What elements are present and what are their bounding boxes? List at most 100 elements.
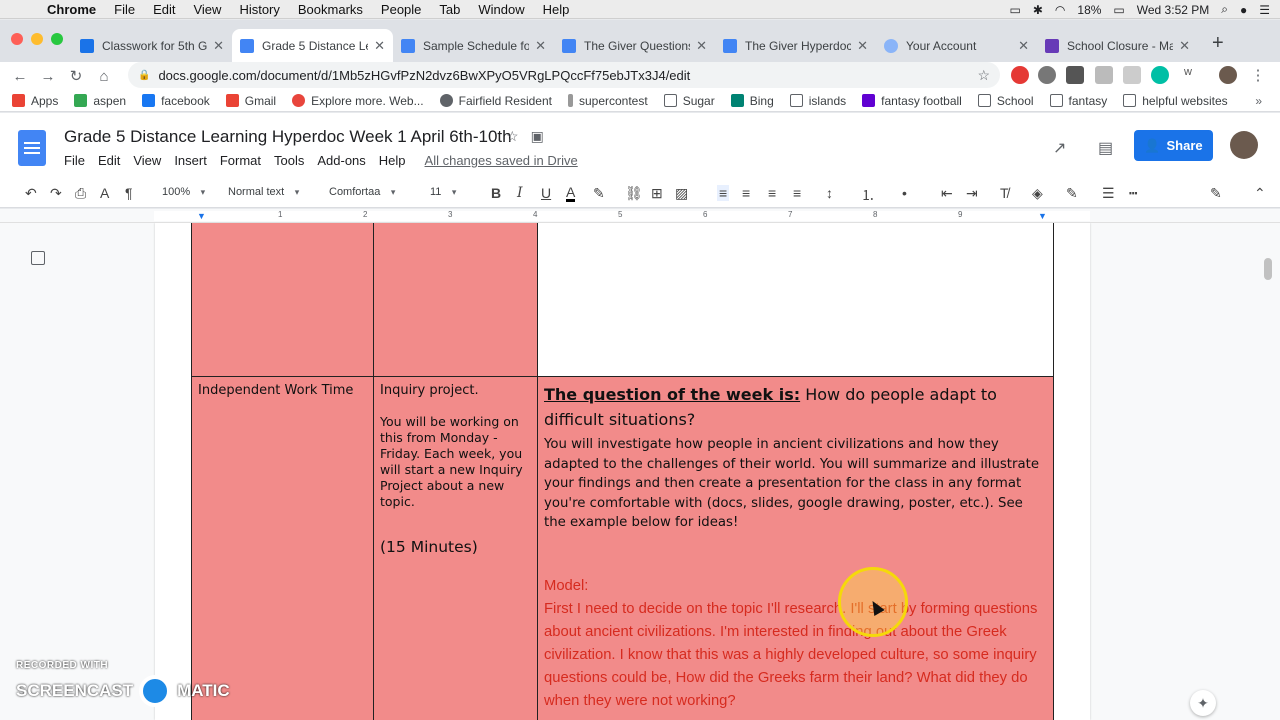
decrease-indent-icon[interactable]: ⇤ [941, 185, 953, 202]
justify-icon[interactable]: ≡ [793, 185, 801, 201]
wifi-icon[interactable]: ◠ [1055, 3, 1065, 17]
menu-edit[interactable]: Edit [98, 153, 120, 168]
menubar-app-name[interactable]: Chrome [38, 2, 105, 17]
bookmark-facebook[interactable]: facebook [134, 94, 218, 108]
lock-icon[interactable]: 🔒 [138, 70, 150, 81]
redo-icon[interactable]: ↷ [50, 185, 62, 202]
beta-extension-icon[interactable] [1066, 66, 1084, 84]
save-status[interactable]: All changes saved in Drive [425, 153, 578, 168]
new-tab-icon[interactable]: + [1212, 32, 1224, 55]
table-cell[interactable] [191, 223, 374, 377]
bookmark-fairfield[interactable]: Fairfield Resident [432, 94, 560, 108]
notification-center-icon[interactable]: ☰ [1259, 3, 1270, 17]
activity-trend-icon[interactable]: ↗ [1053, 138, 1066, 158]
spotlight-search-icon[interactable]: ⌕ [1221, 2, 1228, 17]
scrollbar-thumb[interactable] [1264, 258, 1272, 280]
menu-tools[interactable]: Tools [274, 153, 304, 168]
bookmark-bing[interactable]: Bing [723, 94, 782, 108]
menubar-bookmarks[interactable]: Bookmarks [289, 2, 372, 17]
menubar-view[interactable]: View [184, 2, 230, 17]
line-spacing-icon[interactable]: ↕ [826, 185, 833, 201]
comments-icon[interactable]: ▤ [1098, 138, 1113, 158]
font-size-select[interactable]: 11 [430, 186, 456, 198]
menubar-people[interactable]: People [372, 2, 430, 17]
extension-icon[interactable] [1151, 66, 1169, 84]
align-left-icon[interactable]: ≡ [717, 185, 730, 201]
forward-arrow-icon[interactable]: → [34, 68, 62, 85]
menu-add-ons[interactable]: Add-ons [317, 153, 365, 168]
document-title[interactable]: Grade 5 Distance Learning Hyperdoc Week … [64, 127, 512, 147]
bulleted-list-icon[interactable]: • [902, 185, 907, 201]
pinterest-extension-icon[interactable] [1038, 66, 1056, 84]
close-window-button[interactable] [11, 33, 23, 45]
bookmark-star-icon[interactable]: ☆ [977, 67, 990, 84]
menu-help[interactable]: Help [379, 153, 406, 168]
extension-icon[interactable] [1011, 66, 1029, 84]
table-cell[interactable]: Inquiry project. You will be working on … [373, 376, 538, 720]
zoom-window-button[interactable] [51, 33, 63, 45]
indent-marker-icon[interactable]: ▼ [197, 211, 206, 221]
bookmark-apps[interactable]: Apps [0, 94, 66, 108]
document-page[interactable]: Independent Work Time Inquiry project. Y… [155, 223, 1090, 720]
bookmark-school[interactable]: School [970, 94, 1042, 108]
menu-view[interactable]: View [133, 153, 161, 168]
menubar-tab[interactable]: Tab [430, 2, 469, 17]
align-center-icon[interactable]: ≡ [742, 185, 750, 201]
border-dash-icon[interactable]: ┅ [1129, 185, 1137, 202]
browser-tab[interactable]: The Giver Hyperdoc - ✕ [715, 29, 876, 62]
zoom-select[interactable]: 100% [162, 186, 205, 198]
chrome-menu-icon[interactable]: ⋮ [1244, 66, 1272, 84]
bookmark-explore[interactable]: Explore more. Web... [284, 94, 432, 108]
bookmark-fantasy-football[interactable]: fantasy football [854, 94, 970, 108]
menubar-help[interactable]: Help [534, 2, 579, 17]
fill-color-icon[interactable]: ◈ [1032, 185, 1043, 202]
account-avatar[interactable] [1230, 131, 1258, 159]
text-color-icon[interactable]: A [566, 185, 576, 202]
profile-avatar-icon[interactable] [1219, 66, 1237, 84]
collapse-toolbar-icon[interactable]: ⌃ [1254, 185, 1266, 202]
italic-icon[interactable]: I [517, 185, 523, 201]
close-tab-icon[interactable]: ✕ [696, 38, 707, 54]
clock[interactable]: Wed 3:52 PM [1137, 3, 1209, 17]
paint-format-icon[interactable]: ¶ [125, 185, 133, 201]
numbered-list-icon[interactable]: ⒈ [861, 185, 875, 205]
border-color-icon[interactable]: ✎ [1066, 185, 1078, 202]
close-tab-icon[interactable]: ✕ [857, 38, 868, 54]
table-cell[interactable]: The question of the week is: How do peop… [537, 376, 1054, 720]
docs-logo-icon[interactable] [18, 130, 46, 166]
user-icon[interactable]: ● [1240, 3, 1247, 17]
document-outline-icon[interactable] [31, 251, 45, 265]
browser-tab[interactable]: Sample Schedule for ✕ [393, 29, 554, 62]
menu-file[interactable]: File [64, 153, 85, 168]
bluetooth-icon[interactable]: ✱ [1033, 3, 1043, 17]
highlight-icon[interactable]: ✎ [593, 185, 605, 202]
menubar-window[interactable]: Window [469, 2, 533, 17]
style-select[interactable]: Normal text [228, 186, 299, 198]
font-select[interactable]: Comfortaa [329, 186, 395, 198]
spellcheck-icon[interactable]: A [100, 185, 109, 201]
reload-icon[interactable]: ↻ [62, 67, 90, 85]
extension-icon[interactable] [1095, 66, 1113, 84]
move-folder-icon[interactable]: ▣ [531, 128, 544, 145]
underline-icon[interactable]: U [541, 185, 551, 201]
insert-image-icon[interactable]: ▨ [675, 185, 688, 202]
close-tab-icon[interactable]: ✕ [535, 38, 546, 54]
back-arrow-icon[interactable]: ← [6, 68, 34, 85]
minimize-window-button[interactable] [31, 33, 43, 45]
url-text[interactable]: docs.google.com/document/d/1Mb5zHGvfPzN2… [158, 68, 690, 83]
extension-icon[interactable] [1123, 66, 1141, 84]
print-icon[interactable]: ⎙ [75, 185, 86, 202]
browser-tab[interactable]: Your Account ✕ [876, 29, 1037, 62]
border-width-icon[interactable]: ☰ [1102, 185, 1115, 202]
browser-tab[interactable]: Classwork for 5th Gra ✕ [72, 29, 232, 62]
star-icon[interactable]: ☆ [506, 128, 519, 145]
right-indent-marker-icon[interactable]: ▼ [1038, 211, 1047, 221]
bookmark-fantasy[interactable]: fantasy [1042, 94, 1116, 108]
menubar-edit[interactable]: Edit [144, 2, 184, 17]
share-button[interactable]: 👤 Share [1134, 130, 1213, 161]
extension-icon[interactable]: w [1179, 66, 1197, 84]
close-tab-icon[interactable]: ✕ [1179, 38, 1190, 54]
close-tab-icon[interactable]: ✕ [1018, 38, 1029, 54]
bookmark-supercontest[interactable]: supercontest [560, 94, 656, 108]
bookmark-gmail[interactable]: Gmail [218, 94, 284, 108]
